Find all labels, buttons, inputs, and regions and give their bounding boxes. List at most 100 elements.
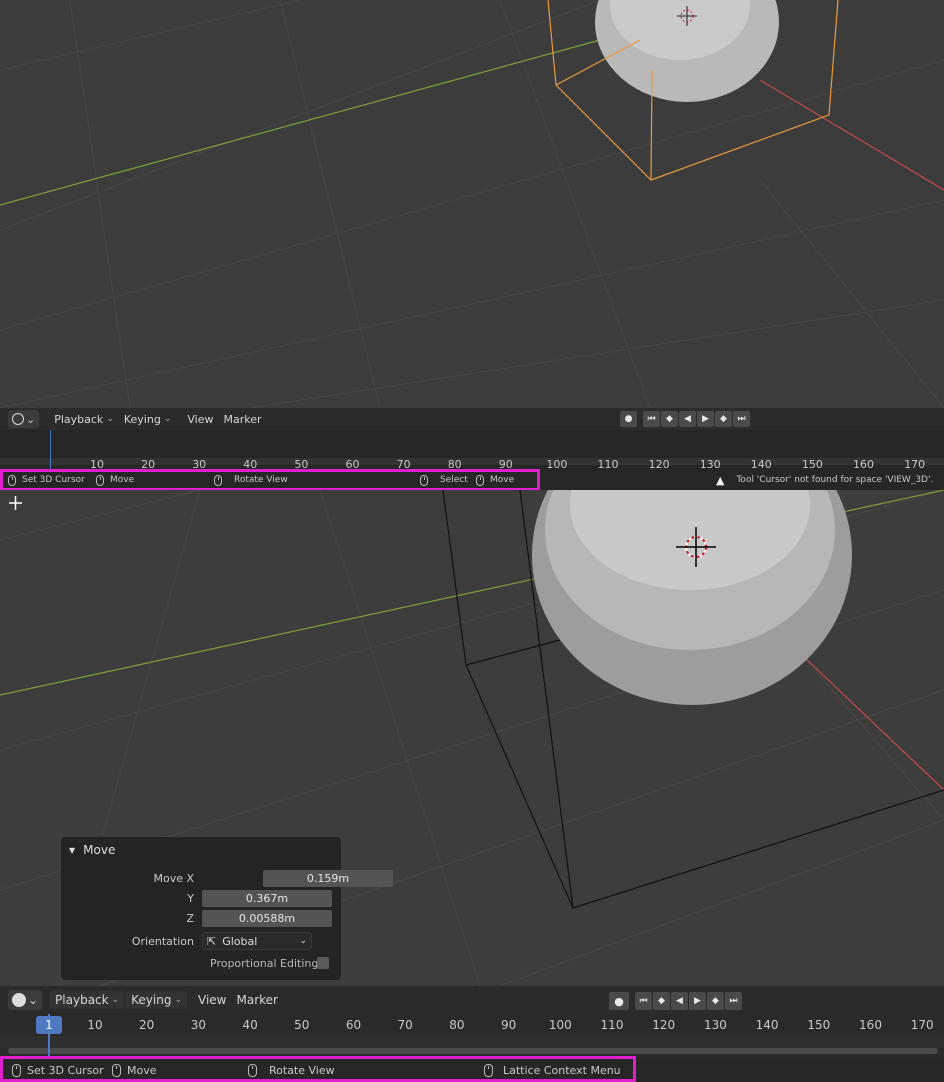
frame-tick-label: 170 [910,1018,934,1032]
clock-icon [12,413,24,425]
status-move-2: Move [476,474,514,486]
playback-menu[interactable]: Playback ⌄ [49,410,119,428]
frame-tick-label: 140 [755,1018,779,1032]
jump-start-button[interactable]: ⏮ [643,411,660,427]
frame-tick-label: 10 [87,1018,103,1032]
play-button[interactable]: ▶ [697,411,714,427]
move-operator-panel: ▼ Move Move X 0.159m Y 0.367m Z 0.00588m… [61,837,393,980]
prev-keyframe-button[interactable]: ◆ [653,992,670,1010]
top-frame-indicator [50,430,51,470]
top-timeline-header: ⌄ Playback ⌄ Keying ⌄ View Marker [0,408,944,430]
frame-tick-label: 150 [807,1018,831,1032]
chevron-down-icon: ⌄ [28,993,39,1007]
status-move: Move [112,1063,157,1077]
panel-header[interactable]: ▼ Move [69,843,115,857]
mouse-left-icon [420,474,428,486]
current-frame-badge[interactable]: 1 [36,1016,62,1034]
mouse-middle-icon [476,474,484,486]
play-reverse-button[interactable]: ◀ [679,411,696,427]
next-keyframe-button[interactable]: ◆ [707,992,724,1010]
crosshair-cursor-icon [9,496,22,510]
disclosure-triangle-icon: ▼ [69,846,76,855]
status-select: Select [420,474,468,486]
top-transport-controls: ● ⏮ ◆ ◀ ▶ ◆ ⏭ [620,411,750,427]
frame-tick-label: 160 [859,1018,882,1032]
keying-menu[interactable]: Keying ⌄ [119,410,177,428]
frame-tick-label: 40 [242,1018,258,1032]
frame-tick-label: 110 [600,1018,624,1032]
record-button[interactable]: ● [620,411,637,427]
frame-tick-label: 70 [397,1018,413,1032]
status-move: Move [96,474,134,486]
keying-menu[interactable]: Keying ⌄ [126,991,188,1009]
record-button[interactable]: ● [609,992,629,1010]
orientation-axes-icon: ⇱ [207,934,217,948]
mouse-middle-icon [96,474,104,486]
status-set-3d-cursor: Set 3D Cursor [12,1063,104,1077]
y-axis-line [0,39,601,206]
chevron-down-icon: ⌄ [26,412,36,426]
frame-tick-label: 120 [652,1018,676,1032]
frame-tick-label: 90 [500,1018,517,1032]
editor-type-selector[interactable]: ⌄ [8,990,43,1010]
top-viewport-scene [0,0,944,408]
status-set-3d-cursor: Set 3D Cursor [8,474,85,486]
jump-end-button[interactable]: ⏭ [725,992,742,1010]
proportional-editing-checkbox[interactable] [317,957,329,969]
chevron-down-icon: ⌄ [111,995,120,1005]
mouse-right-icon [248,1063,257,1077]
status-rotate-view: Rotate View [214,474,288,486]
jump-end-button[interactable]: ⏭ [733,411,750,427]
view-menu[interactable]: View [182,410,218,428]
jump-start-button[interactable]: ⏮ [635,992,652,1010]
proportional-editing-label: Proportional Editing [210,957,319,970]
x-axis-line [759,79,944,191]
top-3d-viewport[interactable] [0,0,944,408]
move-z-field[interactable]: 0.00588m [202,910,332,927]
chevron-down-icon: ⌄ [299,936,307,946]
mouse-left-icon [12,1063,21,1077]
bottom-timeline-ruler[interactable]: 1 10 20 30 40 50 60 70 80 90 100 110 120 130 140 150 16… [0,1014,944,1058]
frame-tick-label: 60 [345,1018,362,1032]
status-lattice-context-menu: Lattice Context Menu [484,1063,621,1077]
mouse-right-icon [484,1063,493,1077]
chevron-down-icon: ⌄ [163,414,172,424]
next-keyframe-button[interactable]: ◆ [715,411,732,427]
prev-keyframe-button[interactable]: ◆ [661,411,678,427]
frame-tick-label: 50 [294,1018,310,1032]
clock-icon [12,993,26,1007]
frame-tick-label: 80 [449,1018,465,1032]
bottom-timeline-header: ⌄ Playback ⌄ Keying ⌄ View Marker [0,986,944,1014]
marker-menu[interactable]: Marker [218,410,266,428]
move-y-field[interactable]: 0.367m [202,890,332,907]
timeline-scrollbar[interactable] [8,1048,938,1054]
frame-tick-label: 20 [139,1018,155,1032]
playback-menu[interactable]: Playback ⌄ [50,991,125,1009]
chevron-down-icon: ⌄ [106,414,114,424]
mouse-left-icon [8,474,16,486]
move-x-label: Move X [153,872,194,885]
marker-menu[interactable]: Marker [232,991,283,1009]
status-warning: ▲ Tool 'Cursor' not found for space 'VIEW… [716,473,934,487]
frame-tick-label: 130 [703,1018,727,1032]
move-z-label: Z [186,912,194,925]
bottom-status-bar: Set 3D Cursor Move Rotate View Lattice C… [0,1058,944,1082]
play-reverse-button[interactable]: ◀ [671,992,688,1010]
move-y-label: Y [187,892,194,905]
mouse-right-icon [214,474,222,486]
bottom-transport-controls: ● ⏮ ◆ ◀ ▶ ◆ ⏭ [609,992,742,1010]
status-rotate-view: Rotate View [248,1063,335,1077]
move-x-field[interactable]: 0.159m [263,870,393,887]
top-timeline-ruler[interactable]: 10 20 30 40 50 60 70 80 90 100 110 120 130 140 150 160 1… [0,430,944,471]
panel-title: Move [83,843,116,857]
mouse-middle-icon [112,1063,121,1077]
orientation-select[interactable]: ⇱ Global ⌄ [202,932,312,950]
warning-icon: ▲ [716,473,725,487]
orientation-label: Orientation [131,935,194,948]
view-menu[interactable]: View [193,991,231,1009]
frame-tick-label: 30 [190,1018,207,1032]
editor-type-selector[interactable]: ⌄ [8,410,40,428]
play-button[interactable]: ▶ [689,992,706,1010]
chevron-down-icon: ⌄ [174,995,183,1005]
top-status-bar: Set 3D Cursor Move Rotate View Select Mo… [0,470,944,490]
